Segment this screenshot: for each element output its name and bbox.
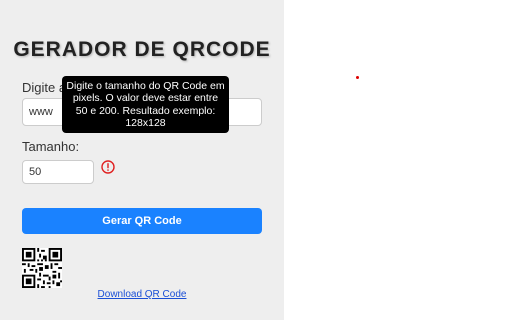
generate-qr-button[interactable]: Gerar QR Code xyxy=(22,208,262,234)
qr-code-image xyxy=(22,248,62,288)
size-input[interactable]: 50 xyxy=(22,160,94,184)
url-input-value: www xyxy=(29,106,53,118)
size-tooltip-text: Digite o tamanho do QR Code em pixels. O… xyxy=(66,79,225,130)
download-qr-link[interactable]: Download QR Code xyxy=(0,289,284,300)
size-input-value: 50 xyxy=(29,166,42,178)
url-label: Digite a xyxy=(22,80,67,95)
exclamation-circle-icon[interactable] xyxy=(101,160,115,174)
download-qr-link-label: Download QR Code xyxy=(97,289,187,300)
page-title: GERADOR DE QRCODE xyxy=(13,38,271,61)
size-tooltip: Digite o tamanho do QR Code em pixels. O… xyxy=(62,76,229,133)
generator-panel: GERADOR DE QRCODE Digite a www Tamanho: … xyxy=(0,0,284,320)
red-dot xyxy=(356,76,359,79)
size-label: Tamanho: xyxy=(22,139,80,154)
